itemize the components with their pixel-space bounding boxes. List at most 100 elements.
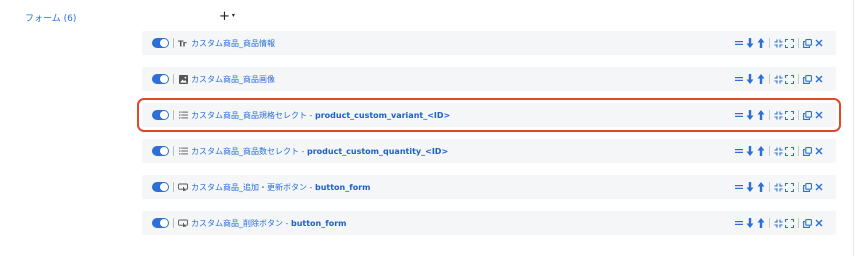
delete-icon[interactable] — [813, 181, 824, 193]
expand-icon[interactable] — [784, 37, 795, 49]
element-code: button_form — [290, 218, 347, 228]
enable-toggle[interactable] — [152, 146, 169, 156]
row-actions — [733, 67, 824, 91]
element-code: product_custom_variant_<ID> — [314, 110, 451, 120]
duplicate-icon[interactable] — [802, 145, 813, 157]
drag-handle-icon[interactable] — [733, 37, 744, 49]
form-element-row[interactable]: カスタム商品_追加・更新ボタン - button_form — [142, 175, 836, 199]
element-label[interactable]: カスタム商品_商品規格セレクト - product_custom_variant… — [191, 110, 450, 121]
form-element-row[interactable]: カスタム商品_商品数セレクト - product_custom_quantity… — [142, 139, 836, 163]
toggle-knob — [160, 147, 168, 155]
drag-handle-icon[interactable] — [733, 217, 744, 229]
divider — [769, 146, 770, 156]
expand-icon[interactable] — [784, 109, 795, 121]
move-down-icon[interactable] — [744, 181, 755, 193]
form-element-row[interactable]: カスタム商品_商品画像 — [142, 67, 836, 91]
section-label[interactable]: フォーム (6) — [25, 11, 76, 24]
toggle-knob — [160, 39, 168, 47]
form-element-row[interactable]: カスタム商品_削除ボタン - button_form — [142, 211, 836, 235]
element-name: カスタム商品_追加・更新ボタン — [191, 182, 307, 192]
list-icon — [178, 146, 188, 156]
collapse-icon[interactable] — [773, 37, 784, 49]
toggle-knob — [160, 75, 168, 83]
expand-icon[interactable] — [784, 145, 795, 157]
collapse-icon[interactable] — [773, 109, 784, 121]
enable-toggle[interactable] — [152, 38, 169, 48]
divider — [173, 74, 174, 84]
element-name: カスタム商品_商品画像 — [191, 74, 275, 84]
element-label[interactable]: カスタム商品_商品情報 — [191, 38, 275, 49]
duplicate-icon[interactable] — [802, 109, 813, 121]
element-label[interactable]: カスタム商品_商品数セレクト - product_custom_quantity… — [191, 146, 448, 157]
drag-handle-icon[interactable] — [733, 181, 744, 193]
caret-down-icon: ▾ — [231, 12, 235, 19]
element-label[interactable]: カスタム商品_商品画像 — [191, 74, 275, 85]
button-icon — [178, 182, 188, 192]
svg-text:Tr: Tr — [178, 40, 187, 48]
divider — [173, 218, 174, 228]
divider — [798, 74, 799, 84]
move-down-icon[interactable] — [744, 109, 755, 121]
element-separator: - — [283, 218, 291, 228]
enable-toggle[interactable] — [152, 74, 169, 84]
move-up-icon[interactable] — [755, 109, 766, 121]
move-up-icon[interactable] — [755, 217, 766, 229]
element-separator: - — [307, 182, 315, 192]
toggle-knob — [160, 183, 168, 191]
delete-icon[interactable] — [813, 37, 824, 49]
collapse-icon[interactable] — [773, 181, 784, 193]
divider — [798, 110, 799, 120]
divider — [769, 182, 770, 192]
divider — [769, 110, 770, 120]
add-element-button[interactable]: + ▾ — [219, 9, 235, 24]
element-name: カスタム商品_商品情報 — [191, 38, 275, 48]
element-name: カスタム商品_商品数セレクト — [191, 146, 299, 156]
drag-handle-icon[interactable] — [733, 145, 744, 157]
expand-icon[interactable] — [784, 181, 795, 193]
duplicate-icon[interactable] — [802, 37, 813, 49]
enable-toggle[interactable] — [152, 182, 169, 192]
form-element-row[interactable]: Tr カスタム商品_商品情報 — [142, 31, 836, 55]
collapse-icon[interactable] — [773, 145, 784, 157]
drag-handle-icon[interactable] — [733, 109, 744, 121]
element-code: product_custom_quantity_<ID> — [306, 146, 449, 156]
delete-icon[interactable] — [813, 109, 824, 121]
move-up-icon[interactable] — [755, 145, 766, 157]
button-icon — [178, 218, 188, 228]
enable-toggle[interactable] — [152, 110, 169, 120]
duplicate-icon[interactable] — [802, 181, 813, 193]
divider — [798, 182, 799, 192]
delete-icon[interactable] — [813, 145, 824, 157]
move-down-icon[interactable] — [744, 37, 755, 49]
move-up-icon[interactable] — [755, 181, 766, 193]
move-up-icon[interactable] — [755, 73, 766, 85]
expand-icon[interactable] — [784, 217, 795, 229]
delete-icon[interactable] — [813, 217, 824, 229]
collapse-icon[interactable] — [773, 217, 784, 229]
collapse-icon[interactable] — [773, 73, 784, 85]
form-element-row-selected[interactable]: カスタム商品_商品規格セレクト - product_custom_variant… — [137, 98, 841, 132]
move-down-icon[interactable] — [744, 73, 755, 85]
divider — [798, 38, 799, 48]
duplicate-icon[interactable] — [802, 73, 813, 85]
element-label[interactable]: カスタム商品_追加・更新ボタン - button_form — [191, 182, 371, 193]
delete-icon[interactable] — [813, 73, 824, 85]
enable-toggle[interactable] — [152, 218, 169, 228]
toggle-knob — [160, 219, 168, 227]
element-separator: - — [299, 146, 307, 156]
expand-icon[interactable] — [784, 73, 795, 85]
row-actions — [733, 31, 824, 55]
element-label[interactable]: カスタム商品_削除ボタン - button_form — [191, 218, 347, 229]
row-actions — [733, 103, 824, 127]
element-separator: - — [307, 110, 315, 120]
divider — [173, 182, 174, 192]
move-down-icon[interactable] — [744, 145, 755, 157]
row-actions — [733, 139, 824, 163]
duplicate-icon[interactable] — [802, 217, 813, 229]
scrollbar-track[interactable] — [853, 0, 854, 256]
row-actions — [733, 211, 824, 235]
move-up-icon[interactable] — [755, 37, 766, 49]
divider — [173, 110, 174, 120]
drag-handle-icon[interactable] — [733, 73, 744, 85]
move-down-icon[interactable] — [744, 217, 755, 229]
